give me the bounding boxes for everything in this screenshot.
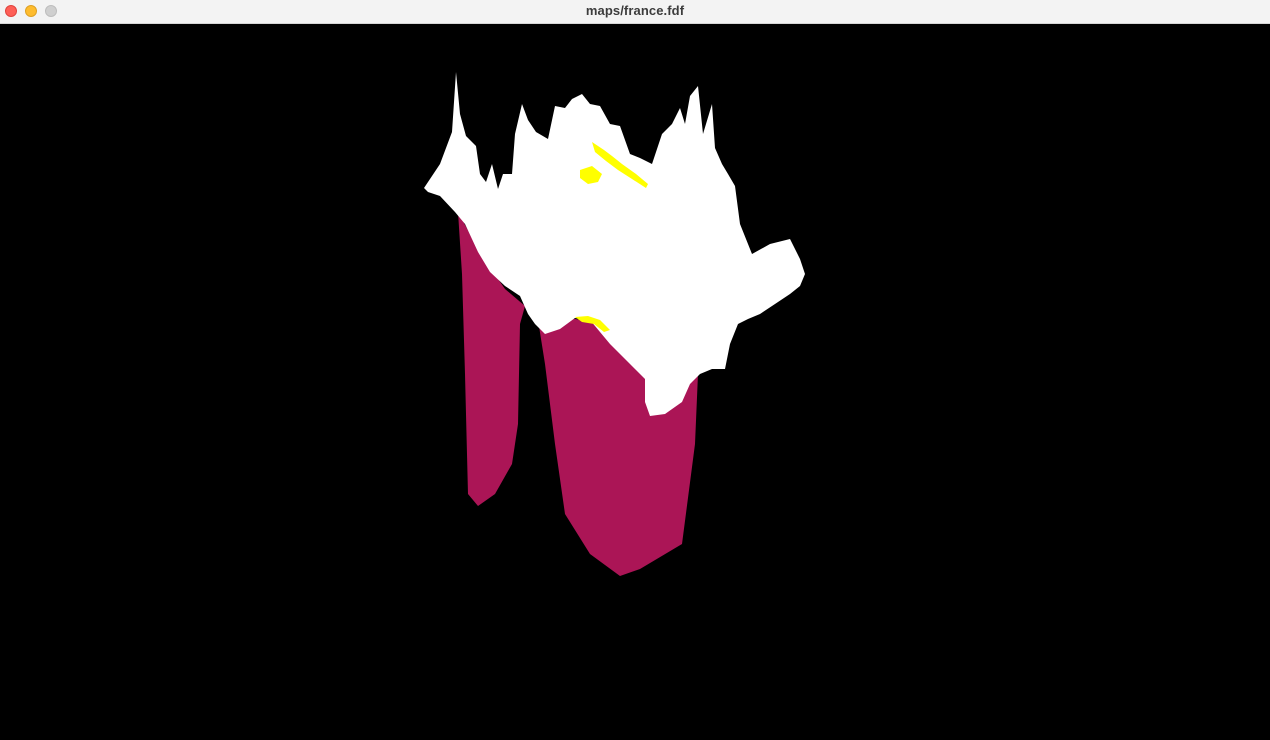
window-title: maps/france.fdf xyxy=(585,3,685,18)
render-canvas[interactable] xyxy=(0,24,1270,740)
app-window: maps/france.fdf xyxy=(0,0,1270,740)
title-bar[interactable]: maps/france.fdf xyxy=(0,0,1270,24)
wireframe-render xyxy=(424,72,805,576)
